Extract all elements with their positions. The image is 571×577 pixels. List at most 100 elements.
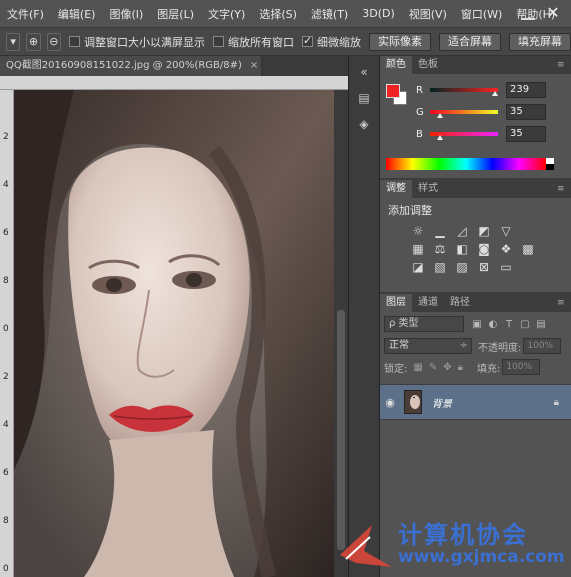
close-icon[interactable]: ✕: [543, 3, 563, 23]
tab-swatches[interactable]: 色板: [412, 56, 444, 74]
blend-mode-select[interactable]: 正常: [384, 338, 472, 354]
zoom-out-icon[interactable]: ⊖: [46, 32, 61, 51]
menu-window[interactable]: 窗口(W): [454, 6, 509, 22]
actual-pixels-button[interactable]: 实际像素: [368, 32, 431, 51]
tool-preset-icon[interactable]: ▾: [6, 32, 21, 51]
tab-color[interactable]: 颜色: [380, 56, 412, 74]
green-label: G: [416, 106, 424, 118]
history-icon[interactable]: ▤: [353, 88, 375, 108]
lock-all-icon[interactable]: 🔒︎: [458, 362, 463, 373]
layer-kind-filter[interactable]: ρ 类型: [384, 316, 464, 332]
checkbox-box[interactable]: [212, 36, 224, 47]
green-slider-caret[interactable]: [437, 113, 443, 118]
vibrance-icon[interactable]: ▽: [498, 224, 514, 238]
tab-adjustments[interactable]: 调整: [380, 180, 412, 198]
blue-label: B: [416, 128, 423, 140]
lock-label: 锁定:: [384, 363, 408, 375]
black-white-swatch[interactable]: [546, 158, 554, 170]
color-spectrum-bar[interactable]: [386, 158, 554, 170]
color-balance-icon[interactable]: ⚖: [432, 242, 448, 256]
menu-3d[interactable]: 3D(D): [355, 7, 402, 20]
panel-menu-icon[interactable]: ≡: [557, 56, 571, 74]
portrait-image: [14, 90, 334, 577]
panel-menu-icon[interactable]: ≡: [557, 180, 571, 198]
lock-fill-row: 锁定: ▦ ✎ ✥ 🔒︎ 填充: 100%: [380, 356, 571, 378]
menu-select[interactable]: 选择(S): [252, 6, 304, 22]
zoom-in-icon[interactable]: ⊕: [26, 32, 41, 51]
brightness-contrast-icon[interactable]: ☼: [410, 224, 426, 238]
black-white-icon[interactable]: ◧: [454, 242, 470, 256]
menu-file[interactable]: 文件(F): [0, 6, 51, 22]
document-tab[interactable]: QQ截图20160908151022.jpg @ 200%(RGB/8#) ×: [0, 56, 262, 76]
scrollbar-thumb[interactable]: [337, 310, 345, 550]
panel-menu-icon[interactable]: ≡: [557, 294, 571, 312]
ruler-label: 6: [3, 228, 9, 238]
eye-icon[interactable]: ◉: [380, 396, 400, 409]
exposure-icon[interactable]: ◩: [476, 224, 492, 238]
blue-slider[interactable]: [430, 132, 498, 140]
smart-object-filter-icon[interactable]: ▤: [534, 319, 548, 330]
foreground-color-swatch[interactable]: [386, 84, 400, 98]
fill-field[interactable]: 100%: [502, 359, 541, 375]
lock-position-icon[interactable]: ✥: [443, 362, 451, 373]
blue-value-field[interactable]: 35: [506, 126, 546, 142]
layer-row-background[interactable]: ◉ 背景 🔒︎: [380, 384, 571, 420]
tab-paths[interactable]: 路径: [444, 294, 476, 312]
layer-filter-row: ρ 类型 ▣ ◐ T ▢ ▤: [380, 312, 571, 336]
tab-layers[interactable]: 图层: [380, 294, 412, 312]
minimize-icon[interactable]: [521, 6, 535, 20]
vertical-scrollbar[interactable]: [334, 90, 348, 577]
red-slider-caret[interactable]: [492, 91, 498, 96]
channel-mixer-icon[interactable]: ❖: [498, 242, 514, 256]
hue-saturation-icon[interactable]: ▦: [410, 242, 426, 256]
lock-pixels-icon[interactable]: ✎: [429, 362, 437, 373]
checkbox-box[interactable]: [68, 36, 80, 47]
color-lookup-icon[interactable]: ▩: [520, 242, 536, 256]
fill-screen-button[interactable]: 填充屏幕: [508, 32, 571, 51]
tab-bar-empty: [262, 56, 348, 76]
blue-slider-caret[interactable]: [437, 135, 443, 140]
lock-transparent-icon[interactable]: ▦: [413, 362, 422, 373]
menu-layer[interactable]: 图层(L): [150, 6, 201, 22]
layer-filter-icons: ▣ ◐ T ▢ ▤: [470, 319, 550, 330]
type-filter-icon[interactable]: T: [502, 319, 516, 330]
green-slider[interactable]: [430, 110, 498, 118]
menu-type[interactable]: 文字(Y): [201, 6, 252, 22]
posterize-icon[interactable]: ▧: [432, 260, 448, 274]
checkbox-box[interactable]: [301, 34, 313, 47]
curves-icon[interactable]: ◿: [454, 224, 470, 238]
photo-filter-icon[interactable]: ◙: [476, 242, 492, 256]
scrubby-zoom-checkbox[interactable]: 细微缩放: [301, 34, 361, 50]
pixel-filter-icon[interactable]: ▣: [470, 319, 484, 330]
tab-channels[interactable]: 通道: [412, 294, 444, 312]
options-bar: ▾ ⊕ ⊖ 调整窗口大小以满屏显示 缩放所有窗口 细微缩放 实际像素 适合屏幕 …: [0, 28, 571, 56]
document-canvas[interactable]: [14, 90, 334, 577]
levels-icon[interactable]: ▁: [432, 224, 448, 238]
ruler-label: 0: [3, 564, 9, 574]
menu-filter[interactable]: 滤镜(T): [304, 6, 355, 22]
red-value-field[interactable]: 239: [506, 82, 546, 98]
fit-screen-button[interactable]: 适合屏幕: [438, 32, 501, 51]
menu-edit[interactable]: 编辑(E): [51, 6, 103, 22]
shape-filter-icon[interactable]: ▢: [518, 319, 532, 330]
layers-panel: ρ 类型 ▣ ◐ T ▢ ▤ 正常 不透明度: 100% 锁定: ▦ ✎ ✥ 🔒…: [380, 312, 571, 420]
blend-opacity-row: 正常 不透明度: 100%: [380, 336, 571, 356]
properties-icon[interactable]: ◈: [353, 114, 375, 134]
gradient-map-icon[interactable]: ▭: [498, 260, 514, 274]
resize-windows-checkbox[interactable]: 调整窗口大小以满屏显示: [68, 34, 205, 50]
close-tab-icon[interactable]: ×: [250, 60, 258, 71]
threshold-icon[interactable]: ▨: [454, 260, 470, 274]
adjustments-panel: 添加调整 ☼ ▁ ◿ ◩ ▽ ▦ ⚖ ◧ ◙ ❖ ▩ ◪ ▧ ▨ ⊠ ▭: [380, 198, 571, 292]
green-value-field[interactable]: 35: [506, 104, 546, 120]
expand-panels-icon[interactable]: «: [353, 62, 375, 82]
green-slider-row: G 35: [416, 104, 566, 120]
invert-icon[interactable]: ◪: [410, 260, 426, 274]
tab-styles[interactable]: 样式: [412, 180, 444, 198]
menu-image[interactable]: 图像(I): [102, 6, 150, 22]
menu-view[interactable]: 视图(V): [402, 6, 454, 22]
selective-color-icon[interactable]: ⊠: [476, 260, 492, 274]
zoom-all-checkbox[interactable]: 缩放所有窗口: [212, 34, 294, 50]
opacity-field[interactable]: 100%: [523, 338, 562, 354]
red-slider[interactable]: [430, 88, 498, 96]
adjustment-filter-icon[interactable]: ◐: [486, 319, 500, 330]
